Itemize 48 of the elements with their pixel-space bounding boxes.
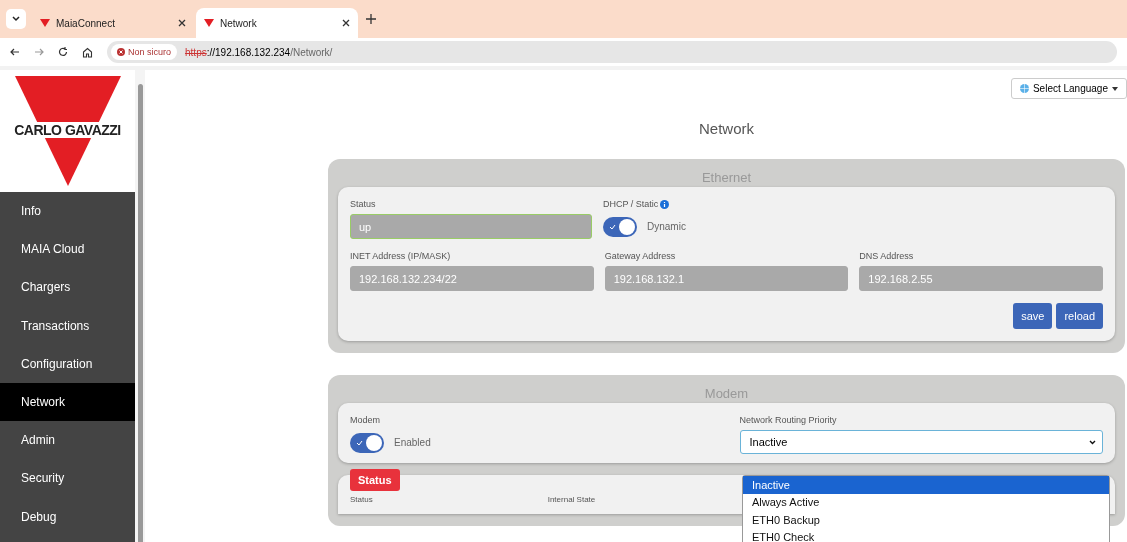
favicon-icon bbox=[40, 18, 50, 28]
tab-list-button[interactable] bbox=[6, 9, 26, 29]
check-icon bbox=[609, 223, 616, 230]
close-icon[interactable] bbox=[342, 19, 350, 27]
toggle-switch[interactable] bbox=[603, 216, 637, 237]
field-label: Modem bbox=[350, 415, 381, 425]
toggle-label: Enabled bbox=[394, 437, 431, 448]
reload-icon[interactable] bbox=[58, 47, 68, 57]
globe-icon bbox=[1019, 84, 1029, 93]
new-tab-icon[interactable] bbox=[366, 14, 376, 24]
toggle-label: Dynamic bbox=[647, 221, 686, 232]
caret-icon bbox=[1112, 86, 1118, 91]
field-label: DNS Address bbox=[859, 251, 915, 261]
page-title: Network bbox=[698, 120, 755, 137]
warning-icon bbox=[117, 48, 125, 56]
check-icon bbox=[356, 439, 363, 446]
language-select[interactable]: Select Language bbox=[1010, 78, 1127, 99]
favicon-icon bbox=[204, 18, 214, 28]
browser-tab[interactable]: Network bbox=[196, 8, 358, 38]
field-label: Status bbox=[350, 495, 373, 504]
address-bar[interactable]: Non sicuro https://192.168.132.234/Network/ bbox=[107, 41, 1117, 63]
sidebar-item[interactable]: Network bbox=[0, 382, 135, 422]
toggle-switch[interactable] bbox=[350, 432, 384, 453]
tab-title: Network bbox=[220, 17, 258, 29]
info-icon[interactable] bbox=[660, 199, 670, 209]
reload-button[interactable]: reload bbox=[1056, 303, 1103, 329]
field-label: INET Address (IP/MASK) bbox=[350, 251, 452, 261]
field-label: Status bbox=[350, 199, 377, 209]
field-label: Network Routing Priority bbox=[739, 415, 838, 425]
browser-tab[interactable]: MaiaConnect bbox=[32, 8, 194, 38]
field-label: Internal State bbox=[547, 495, 596, 504]
save-button[interactable]: save bbox=[1013, 303, 1053, 329]
dropdown-option[interactable]: Inactive bbox=[743, 476, 1109, 494]
close-icon[interactable] bbox=[178, 19, 186, 27]
forward-arrow-icon[interactable] bbox=[34, 47, 44, 57]
tab-title: MaiaConnect bbox=[56, 17, 116, 29]
field-label: Gateway Address bbox=[604, 251, 677, 261]
back-arrow-icon[interactable] bbox=[10, 47, 20, 57]
status-badge: Status bbox=[350, 469, 400, 491]
security-indicator[interactable]: Non sicuro bbox=[111, 44, 178, 60]
chevron-down-icon bbox=[12, 16, 20, 22]
url-text: https://192.168.132.234/Network/ bbox=[185, 46, 333, 58]
scrollbar[interactable] bbox=[135, 70, 145, 542]
chevron-down-icon bbox=[1089, 439, 1096, 445]
priority-select[interactable]: Inactive bbox=[739, 430, 1103, 454]
field-label: DHCP / Static bbox=[603, 199, 659, 209]
logo-text: CARLO GAVAZZI bbox=[14, 122, 121, 138]
home-icon[interactable] bbox=[82, 46, 93, 58]
